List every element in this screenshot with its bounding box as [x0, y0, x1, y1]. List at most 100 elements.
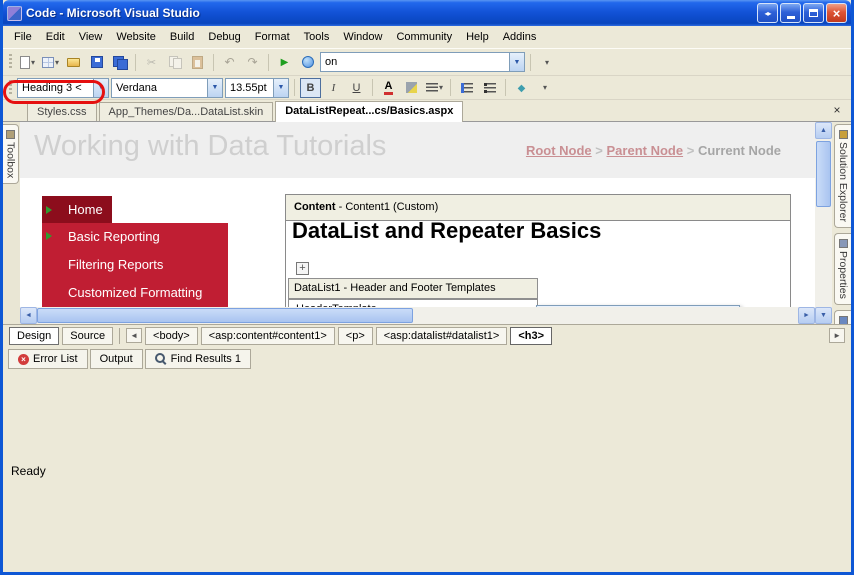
vertical-scroll-thumb[interactable] — [816, 141, 831, 207]
tag-h3[interactable]: <h3> — [510, 327, 552, 345]
tab-styles-css[interactable]: Styles.css — [27, 102, 97, 121]
toolbar-options-button[interactable] — [534, 78, 555, 98]
menu-website[interactable]: Website — [109, 28, 163, 46]
design-surface[interactable]: Working with Data Tutorials Root Node > … — [20, 122, 815, 307]
tag-body[interactable]: <body> — [145, 327, 198, 345]
design-view-button[interactable]: Design — [9, 327, 59, 345]
bottom-panel-tabs: Error List Output Find Results 1 — [3, 346, 851, 370]
vertical-scrollbar[interactable] — [815, 122, 832, 324]
menu-addins[interactable]: Addins — [496, 28, 544, 46]
search-icon — [155, 353, 167, 365]
save-button[interactable] — [86, 51, 107, 73]
toolbar-grip[interactable] — [9, 54, 12, 70]
bold-button[interactable]: B — [300, 78, 321, 98]
scroll-down-button[interactable] — [815, 307, 832, 324]
datalist-header[interactable]: DataList1 - Header and Footer Templates — [288, 278, 538, 299]
browse-button[interactable] — [297, 51, 318, 73]
horizontal-scroll-thumb[interactable] — [37, 308, 413, 323]
breadcrumb-parent-link[interactable]: Parent Node — [607, 143, 684, 158]
alignment-button[interactable] — [424, 78, 445, 98]
cut-button[interactable] — [141, 51, 162, 73]
menu-community[interactable]: Community — [389, 28, 459, 46]
save-icon — [91, 56, 103, 68]
menu-help[interactable]: Help — [459, 28, 496, 46]
toolbox-tab[interactable]: Toolbox — [3, 124, 19, 184]
font-name-combo[interactable]: Verdana — [111, 78, 223, 98]
style-application-button[interactable] — [511, 78, 532, 98]
horizontal-scrollbar[interactable] — [20, 307, 815, 324]
new-file-button[interactable] — [17, 51, 38, 73]
scroll-left-button[interactable] — [20, 307, 37, 324]
window-context-button[interactable] — [757, 3, 778, 23]
menu-build[interactable]: Build — [163, 28, 201, 46]
vertical-scroll-track[interactable] — [815, 139, 832, 307]
tag-asp-content[interactable]: <asp:content#content1> — [201, 327, 335, 345]
menu-file[interactable]: File — [7, 28, 39, 46]
numbered-list-button[interactable] — [456, 78, 477, 98]
font-color-icon: A — [384, 81, 394, 95]
close-icon — [833, 6, 841, 21]
properties-label: Properties — [837, 251, 849, 299]
dropdown-arrow-icon[interactable] — [93, 79, 108, 97]
open-file-button[interactable] — [63, 51, 84, 73]
font-color-button[interactable]: A — [378, 78, 399, 98]
copy-button[interactable] — [164, 51, 185, 73]
dropdown-arrow-icon[interactable] — [509, 53, 524, 71]
tag-scroll-left-button[interactable] — [126, 328, 142, 343]
toolbar-combo[interactable]: on — [320, 52, 525, 72]
italic-button[interactable]: I — [323, 78, 344, 98]
tab-basics-aspx[interactable]: DataListRepeat...cs/Basics.aspx — [275, 101, 463, 122]
open-folder-icon — [67, 58, 80, 67]
toolbar-grip[interactable] — [9, 80, 12, 96]
nav-item-customized-formatting[interactable]: Customized Formatting — [42, 279, 228, 307]
scroll-right-button[interactable] — [798, 307, 815, 324]
close-button[interactable] — [826, 3, 847, 23]
redo-button[interactable] — [242, 51, 263, 73]
menu-format[interactable]: Format — [248, 28, 297, 46]
dropdown-arrow-icon[interactable] — [207, 79, 222, 97]
nav-item-basic-reporting[interactable]: Basic Reporting — [42, 223, 228, 251]
block-format-combo[interactable]: Heading 3 < — [17, 78, 109, 98]
menu-edit[interactable]: Edit — [39, 28, 72, 46]
properties-tab[interactable]: Properties — [834, 233, 851, 305]
menu-tools[interactable]: Tools — [297, 28, 337, 46]
menu-view[interactable]: View — [72, 28, 110, 46]
close-document-button[interactable] — [829, 102, 845, 118]
start-debug-button[interactable] — [274, 51, 295, 73]
underline-button[interactable]: U — [346, 78, 367, 98]
highlight-button[interactable] — [401, 78, 422, 98]
toolbar-options-button[interactable] — [536, 51, 557, 73]
menu-debug[interactable]: Debug — [201, 28, 247, 46]
minimize-icon — [787, 16, 795, 19]
nav-item-home[interactable]: Home — [42, 196, 112, 223]
maximize-button[interactable] — [803, 3, 824, 23]
font-size-combo[interactable]: 13.55pt — [225, 78, 289, 98]
menu-window[interactable]: Window — [336, 28, 389, 46]
tag-scroll-right-button[interactable] — [829, 328, 845, 343]
add-item-button[interactable] — [40, 51, 61, 73]
title-bar[interactable]: Code - Microsoft Visual Studio — [3, 0, 851, 26]
output-tab[interactable]: Output — [90, 349, 143, 369]
solution-explorer-tab[interactable]: Solution Explorer — [834, 124, 851, 228]
error-list-tab[interactable]: Error List — [8, 349, 88, 369]
bullet-list-icon — [484, 83, 496, 93]
tab-datalist-skin[interactable]: App_Themes/Da...DataList.skin — [99, 102, 274, 121]
nav-item-filtering-reports[interactable]: Filtering Reports — [42, 251, 228, 279]
source-view-button[interactable]: Source — [62, 327, 113, 345]
move-handle-icon[interactable] — [296, 262, 309, 275]
minimize-button[interactable] — [780, 3, 801, 23]
dropdown-arrow-icon[interactable] — [273, 79, 288, 97]
find-results-tab[interactable]: Find Results 1 — [145, 349, 251, 369]
undo-button[interactable] — [219, 51, 240, 73]
breadcrumb-root-link[interactable]: Root Node — [526, 143, 592, 158]
error-icon — [18, 354, 29, 365]
save-all-button[interactable] — [109, 51, 130, 73]
bullet-list-button[interactable] — [479, 78, 500, 98]
tag-p[interactable]: <p> — [338, 327, 373, 345]
content-header-title: Content — [294, 201, 336, 213]
scroll-up-button[interactable] — [815, 122, 832, 139]
play-icon — [281, 56, 289, 68]
tag-asp-datalist[interactable]: <asp:datalist#datalist1> — [376, 327, 508, 345]
paste-button[interactable] — [187, 51, 208, 73]
toolbar-separator — [450, 79, 451, 96]
